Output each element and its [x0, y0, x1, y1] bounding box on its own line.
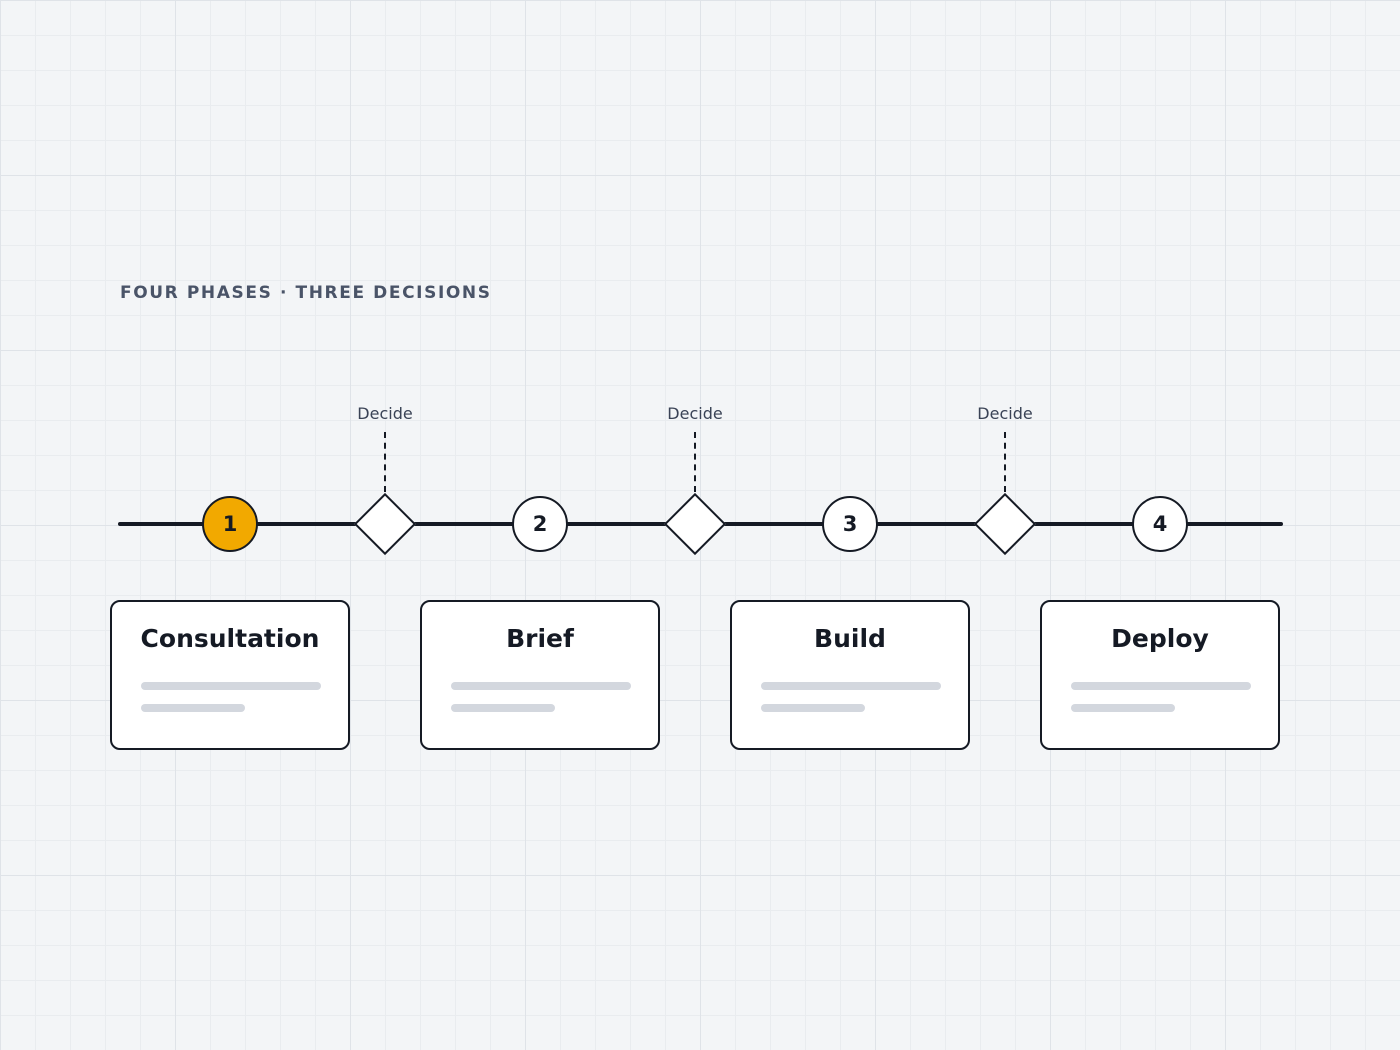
- decision-connector: [1004, 432, 1006, 492]
- decision-diamond-1[interactable]: [353, 492, 417, 556]
- phase-card-consultation[interactable]: Consultation: [110, 600, 350, 750]
- phase-card-title: Brief: [506, 624, 574, 653]
- placeholder-line: [451, 682, 631, 690]
- decision-connector: [384, 432, 386, 492]
- decision-diamond-3[interactable]: [973, 492, 1037, 556]
- phase-node-3[interactable]: 3: [822, 496, 878, 552]
- phase-card-title: Consultation: [140, 624, 320, 653]
- decision-connector: [694, 432, 696, 492]
- phase-card-title: Deploy: [1111, 624, 1209, 653]
- placeholder-line: [1071, 704, 1175, 712]
- phase-card-deploy[interactable]: Deploy: [1040, 600, 1280, 750]
- placeholder-line: [141, 704, 245, 712]
- placeholder-line: [761, 682, 941, 690]
- placeholder-line: [761, 704, 865, 712]
- decision-label: Decide: [357, 404, 413, 423]
- decision-label: Decide: [667, 404, 723, 423]
- placeholder-line: [1071, 682, 1251, 690]
- phase-card-title: Build: [814, 624, 886, 653]
- decision-label: Decide: [977, 404, 1033, 423]
- phase-node-2[interactable]: 2: [512, 496, 568, 552]
- placeholder-line: [141, 682, 321, 690]
- phase-node-1[interactable]: 1: [202, 496, 258, 552]
- placeholder-line: [451, 704, 555, 712]
- phase-node-4[interactable]: 4: [1132, 496, 1188, 552]
- phase-card-build[interactable]: Build: [730, 600, 970, 750]
- phase-card-brief[interactable]: Brief: [420, 600, 660, 750]
- decision-diamond-2[interactable]: [663, 492, 727, 556]
- diagram-heading: FOUR PHASES · THREE DECISIONS: [120, 283, 492, 303]
